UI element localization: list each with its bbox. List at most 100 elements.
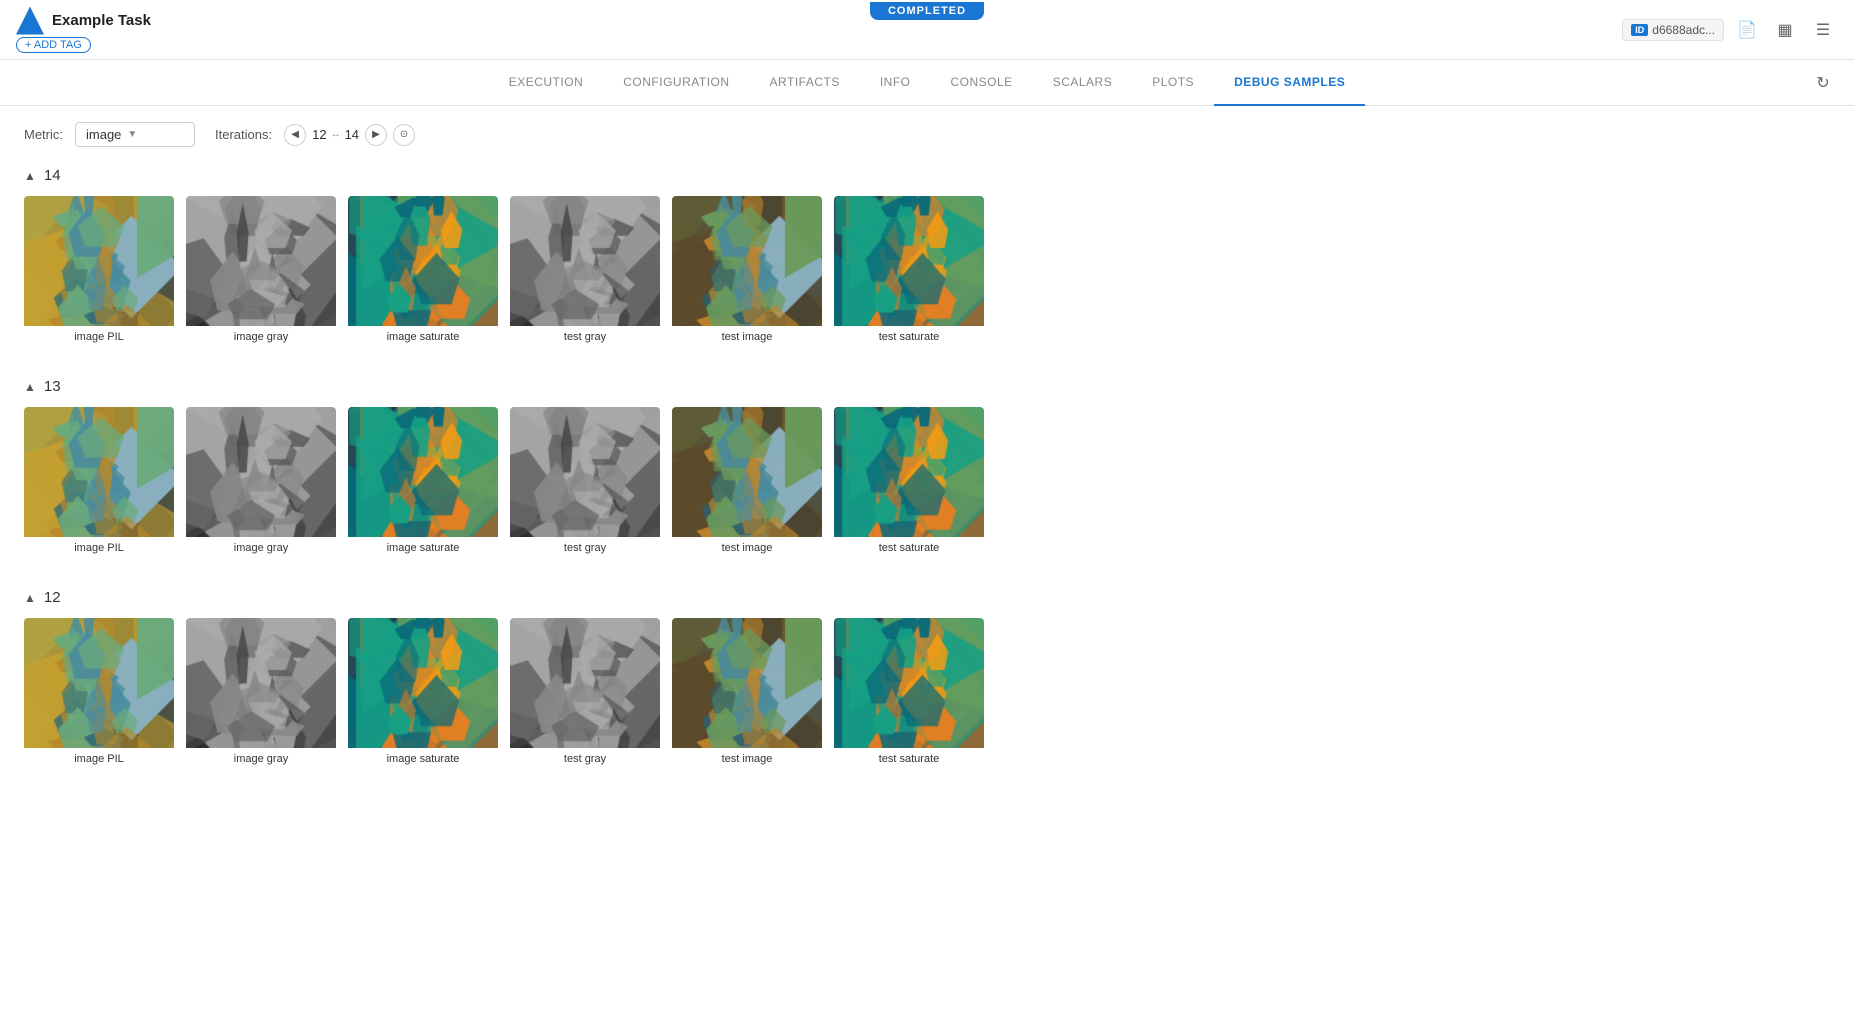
image-caption: test image — [672, 539, 822, 557]
image-canvas — [672, 407, 822, 537]
image-card[interactable]: test gray — [510, 618, 660, 768]
image-caption: image gray — [186, 328, 336, 346]
image-caption: image saturate — [348, 328, 498, 346]
iteration-number: 13 — [44, 378, 61, 395]
header-right: ID d6688adc... 📄 ▦ ☰ — [1622, 15, 1838, 45]
groups-container: ▲ 14 image PIL image gray image saturate te… — [24, 167, 1830, 768]
image-canvas — [510, 407, 660, 537]
id-value: d6688adc... — [1652, 23, 1715, 37]
image-canvas — [834, 407, 984, 537]
image-card[interactable]: test image — [672, 618, 822, 768]
menu-icon-button[interactable]: ☰ — [1808, 15, 1838, 45]
image-card[interactable]: test gray — [510, 196, 660, 346]
iteration-header-14[interactable]: ▲ 14 — [24, 167, 1830, 184]
image-canvas — [24, 196, 174, 326]
image-card[interactable]: test saturate — [834, 407, 984, 557]
iteration-group-12: ▲ 12 image PIL image gray image saturate te… — [24, 589, 1830, 768]
metric-bar: Metric: image ▼ Iterations: ◀ 12 ↔ 14 ▶ … — [24, 122, 1830, 147]
image-canvas — [186, 196, 336, 326]
iterations-label: Iterations: — [215, 127, 272, 142]
image-card[interactable]: image saturate — [348, 196, 498, 346]
image-grid-13: image PIL image gray image saturate test gr… — [24, 407, 1830, 557]
image-canvas — [24, 407, 174, 537]
image-caption: test saturate — [834, 328, 984, 346]
image-card[interactable]: test image — [672, 196, 822, 346]
image-canvas — [834, 196, 984, 326]
tab-configuration[interactable]: CONFIGURATION — [603, 60, 749, 106]
image-card[interactable]: test image — [672, 407, 822, 557]
image-canvas — [834, 618, 984, 748]
image-card[interactable]: image PIL — [24, 196, 174, 346]
tab-scalars[interactable]: SCALARS — [1033, 60, 1133, 106]
id-badge: ID d6688adc... — [1622, 19, 1724, 41]
image-caption: test image — [672, 328, 822, 346]
image-canvas — [348, 196, 498, 326]
image-canvas — [24, 618, 174, 748]
logo-icon — [16, 7, 44, 35]
metric-label: Metric: — [24, 127, 63, 142]
image-canvas — [510, 618, 660, 748]
image-grid-12: image PIL image gray image saturate test gr… — [24, 618, 1830, 768]
iter-prev-button[interactable]: ◀ — [284, 124, 306, 146]
image-canvas — [510, 196, 660, 326]
layout-icon-button[interactable]: ▦ — [1770, 15, 1800, 45]
image-card[interactable]: test saturate — [834, 196, 984, 346]
iteration-group-13: ▲ 13 image PIL image gray image saturate te… — [24, 378, 1830, 557]
main-content: Metric: image ▼ Iterations: ◀ 12 ↔ 14 ▶ … — [0, 106, 1854, 816]
image-card[interactable]: image saturate — [348, 407, 498, 557]
iteration-group-14: ▲ 14 image PIL image gray image saturate te… — [24, 167, 1830, 346]
image-caption: image PIL — [24, 328, 174, 346]
metric-select[interactable]: image ▼ — [75, 122, 195, 147]
add-tag-button[interactable]: + ADD TAG — [16, 37, 91, 53]
iter-next-button[interactable]: ▶ — [365, 124, 387, 146]
app-logo: Example Task — [16, 7, 151, 35]
tab-console[interactable]: CONSOLE — [931, 60, 1033, 106]
iteration-header-13[interactable]: ▲ 13 — [24, 378, 1830, 395]
image-caption: image saturate — [348, 750, 498, 768]
image-caption: test saturate — [834, 539, 984, 557]
image-canvas — [348, 407, 498, 537]
tab-debug-samples[interactable]: DEBUG SAMPLES — [1214, 60, 1365, 106]
image-caption: image gray — [186, 539, 336, 557]
metric-select-value: image — [86, 127, 121, 142]
image-canvas — [672, 196, 822, 326]
image-caption: test image — [672, 750, 822, 768]
iteration-header-12[interactable]: ▲ 12 — [24, 589, 1830, 606]
image-caption: test gray — [510, 539, 660, 557]
image-caption: image PIL — [24, 750, 174, 768]
image-canvas — [186, 407, 336, 537]
folder-icon-button[interactable]: 📄 — [1732, 15, 1762, 45]
iter-end-button[interactable]: ⊙ — [393, 124, 415, 146]
image-caption: test gray — [510, 328, 660, 346]
image-caption: image PIL — [24, 539, 174, 557]
chevron-icon: ▲ — [24, 380, 36, 394]
tab-info[interactable]: INFO — [860, 60, 931, 106]
image-caption: image saturate — [348, 539, 498, 557]
tab-execution[interactable]: EXECUTION — [489, 60, 604, 106]
image-card[interactable]: test saturate — [834, 618, 984, 768]
image-caption: image gray — [186, 750, 336, 768]
image-card[interactable]: image gray — [186, 618, 336, 768]
iter-separator: ↔ — [331, 129, 341, 140]
nav-tabs: EXECUTION CONFIGURATION ARTIFACTS INFO C… — [0, 60, 1854, 106]
iter-from: 12 — [312, 127, 326, 142]
image-card[interactable]: image PIL — [24, 407, 174, 557]
tab-plots[interactable]: PLOTS — [1132, 60, 1214, 106]
id-label: ID — [1631, 24, 1648, 36]
image-caption: test gray — [510, 750, 660, 768]
image-card[interactable]: test gray — [510, 407, 660, 557]
image-card[interactable]: image PIL — [24, 618, 174, 768]
iter-controls: ◀ 12 ↔ 14 ▶ ⊙ — [284, 124, 415, 146]
image-canvas — [186, 618, 336, 748]
refresh-icon-button[interactable]: ↻ — [1808, 68, 1838, 98]
iter-to: 14 — [345, 127, 359, 142]
header-left: Example Task + ADD TAG — [16, 7, 151, 53]
app-title: Example Task — [52, 12, 151, 29]
image-card[interactable]: image saturate — [348, 618, 498, 768]
tab-artifacts[interactable]: ARTIFACTS — [750, 60, 860, 106]
iter-range: 12 ↔ 14 — [312, 127, 359, 142]
chevron-icon: ▲ — [24, 169, 36, 183]
image-caption: test saturate — [834, 750, 984, 768]
image-card[interactable]: image gray — [186, 407, 336, 557]
image-card[interactable]: image gray — [186, 196, 336, 346]
